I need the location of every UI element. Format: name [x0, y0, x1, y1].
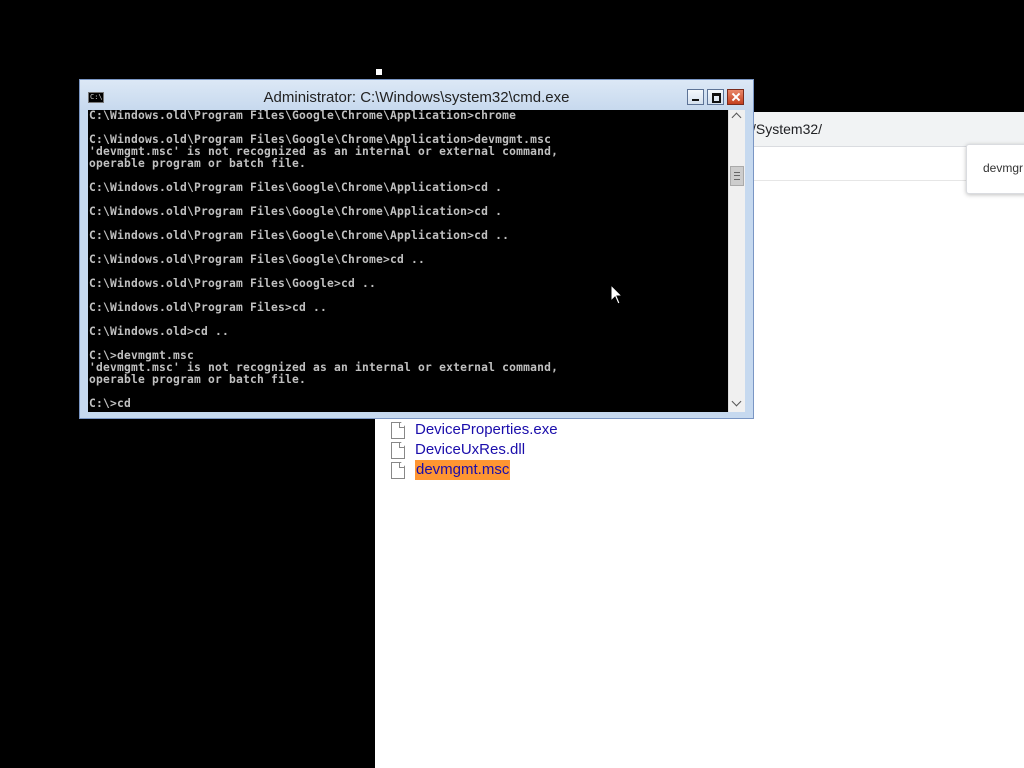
mouse-cursor-icon	[610, 284, 624, 305]
file-icon	[391, 422, 405, 439]
scroll-up-button[interactable]	[729, 110, 745, 127]
scroll-down-button[interactable]	[729, 395, 745, 412]
find-popup-text[interactable]: devmgr	[983, 161, 1023, 175]
file-icon	[391, 442, 405, 459]
file-link[interactable]: DeviceProperties.exe	[415, 420, 558, 440]
maximize-button[interactable]	[707, 89, 724, 105]
file-link[interactable]: DeviceUxRes.dll	[415, 440, 525, 460]
address-text[interactable]: s/System32/	[745, 121, 822, 137]
cmd-window: C:\ Administrator: C:\Windows\system32\c…	[79, 79, 754, 419]
file-link[interactable]: devmgmt.msc	[415, 460, 511, 480]
vertical-scrollbar[interactable]	[728, 110, 745, 412]
title-bar[interactable]: C:\ Administrator: C:\Windows\system32\c…	[80, 80, 753, 110]
scroll-thumb[interactable]	[730, 166, 744, 186]
close-button[interactable]	[727, 89, 744, 105]
find-popup[interactable]: devmgr	[966, 144, 1024, 194]
window-title: Administrator: C:\Windows\system32\cmd.e…	[263, 89, 570, 106]
console-text: C:\Windows.old\Program Files\Google\Chro…	[89, 110, 559, 410]
resize-handle[interactable]	[376, 69, 382, 75]
file-icon	[391, 462, 405, 479]
minimize-button[interactable]	[687, 89, 704, 105]
console-output[interactable]: C:\Windows.old\Program Files\Google\Chro…	[88, 110, 728, 412]
